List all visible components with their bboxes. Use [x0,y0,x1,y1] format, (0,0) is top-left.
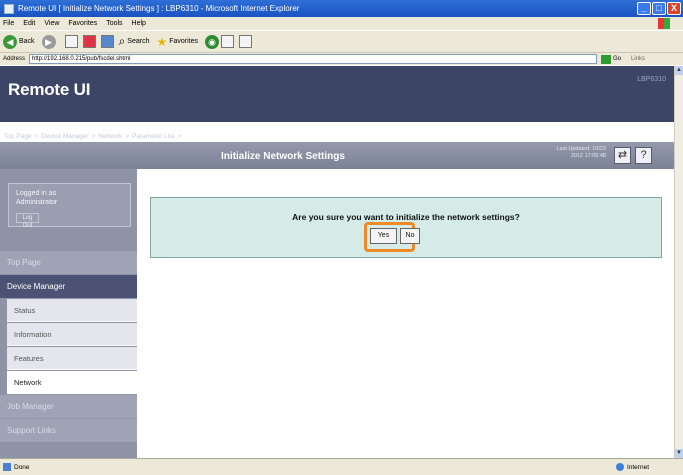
menu-view[interactable]: View [44,20,59,27]
favorites-label: Favorites [169,38,199,45]
security-zone: Internet [615,463,649,471]
model-name: LBP6310 [637,76,666,83]
brand-header: Remote UI LBP6310 [0,66,674,122]
window-title: Remote UI [ Initialize Network Settings … [18,4,300,13]
links-button[interactable]: Links [631,56,645,62]
menu-help[interactable]: Help [132,20,146,27]
window-controls: _ □ X [637,2,681,15]
sidebar-item-network[interactable]: Network [7,371,137,394]
maximize-button[interactable]: □ [652,2,666,15]
browser-icon [4,3,14,14]
globe-icon [615,463,624,471]
home-icon[interactable] [100,35,114,48]
last-updated-text: Last Updated: 10/23 2012 17:05:48 [556,146,606,159]
sidebar-item-support-links[interactable]: Support Links [0,419,137,442]
breadcrumb-network[interactable]: Network [98,133,122,140]
close-button[interactable]: X [667,2,681,15]
scroll-down-icon[interactable]: ▼ [675,449,683,458]
favorites-button[interactable]: ★ Favorites [156,35,198,49]
breadcrumb-current: Initialize Network Settings [184,132,259,140]
menu-edit[interactable]: Edit [23,20,35,27]
media-icon[interactable]: ◉ [205,34,220,49]
search-icon: ⌕ [118,34,126,48]
search-button[interactable]: ⌕ Search [119,34,150,49]
sidebar: Logged in as Administrator Log Out Top P… [0,169,137,458]
window-title-bar: Remote UI [ Initialize Network Settings … [0,0,683,17]
refresh-page-button[interactable]: ⇄ [614,147,631,164]
sidebar-item-features[interactable]: Features [7,347,137,370]
address-label: Address [3,56,26,62]
status-text: Done [14,463,30,471]
refresh-icon[interactable] [82,35,96,48]
yes-button[interactable]: Yes [370,228,397,244]
help-button[interactable]: ? [635,147,652,164]
back-button[interactable]: ◀ Back [3,34,35,49]
status-bar: Done Internet [0,458,683,475]
zone-label: Internet [626,463,649,471]
menu-tools[interactable]: Tools [106,20,122,27]
browser-toolbar: ◀ Back ▶ ⌕ Search ★ Favorites ◉ [0,30,683,52]
breadcrumb: Top Page > Device Manager > Network > Param… [4,132,259,140]
sidebar-item-top-page[interactable]: Top Page [0,251,137,274]
sidebar-item-job-manager[interactable]: Job Manager [0,395,137,418]
star-icon: ★ [156,34,168,49]
minimize-button[interactable]: _ [637,2,651,15]
confirmation-message: Are you sure you want to initialize the … [292,212,520,222]
history-icon[interactable] [221,35,235,48]
forward-arrow-icon: ▶ [41,34,56,49]
breadcrumb-device-manager[interactable]: Device Manager [41,133,88,140]
menu-favorites[interactable]: Favorites [68,20,97,27]
address-input[interactable]: http://192.168.0.215/pub/fscdel.shtml [29,54,598,64]
sidebar-item-information[interactable]: Information [7,323,137,346]
windows-logo-icon [658,18,670,29]
menu-file[interactable]: File [3,20,14,27]
menu-bar: File Edit View Favorites Tools Help [0,17,683,30]
breadcrumb-top-page[interactable]: Top Page [4,133,31,140]
mail-icon[interactable] [239,35,253,48]
brand-logo: Remote UI [8,80,91,99]
sidebar-item-device-manager[interactable]: Device Manager [0,275,137,298]
no-button[interactable]: No [400,228,420,244]
back-label: Back [19,38,35,45]
page-content: Remote UI LBP6310 Top Page > Device Manag… [0,66,674,458]
vertical-scrollbar[interactable]: ▲ ▼ [674,66,683,458]
scroll-up-icon[interactable]: ▲ [675,66,683,75]
page-done-icon [3,463,11,471]
logout-button[interactable]: Log Out [16,213,39,229]
page-header-bar: Initialize Network Settings Last Updated… [0,142,674,169]
confirmation-dialog: Are you sure you want to initialize the … [150,197,662,258]
search-label: Search [127,38,150,45]
stop-icon[interactable] [64,35,78,48]
forward-button[interactable]: ▶ [41,34,58,49]
breadcrumb-parameter-list[interactable]: Parameter List [132,133,174,140]
login-status-box: Logged in as Administrator Log Out [8,183,131,229]
address-url: http://192.168.0.215/pub/fscdel.shtml [32,56,131,62]
sidebar-item-status[interactable]: Status [7,299,137,322]
logged-in-text: Logged in as Administrator [16,190,58,206]
page-title: Initialize Network Settings [221,151,345,162]
go-button[interactable]: Go [613,56,621,62]
back-arrow-icon: ◀ [3,34,17,49]
address-bar: Address http://192.168.0.215/pub/fscdel.… [0,52,683,65]
go-arrow-icon[interactable] [601,54,612,64]
